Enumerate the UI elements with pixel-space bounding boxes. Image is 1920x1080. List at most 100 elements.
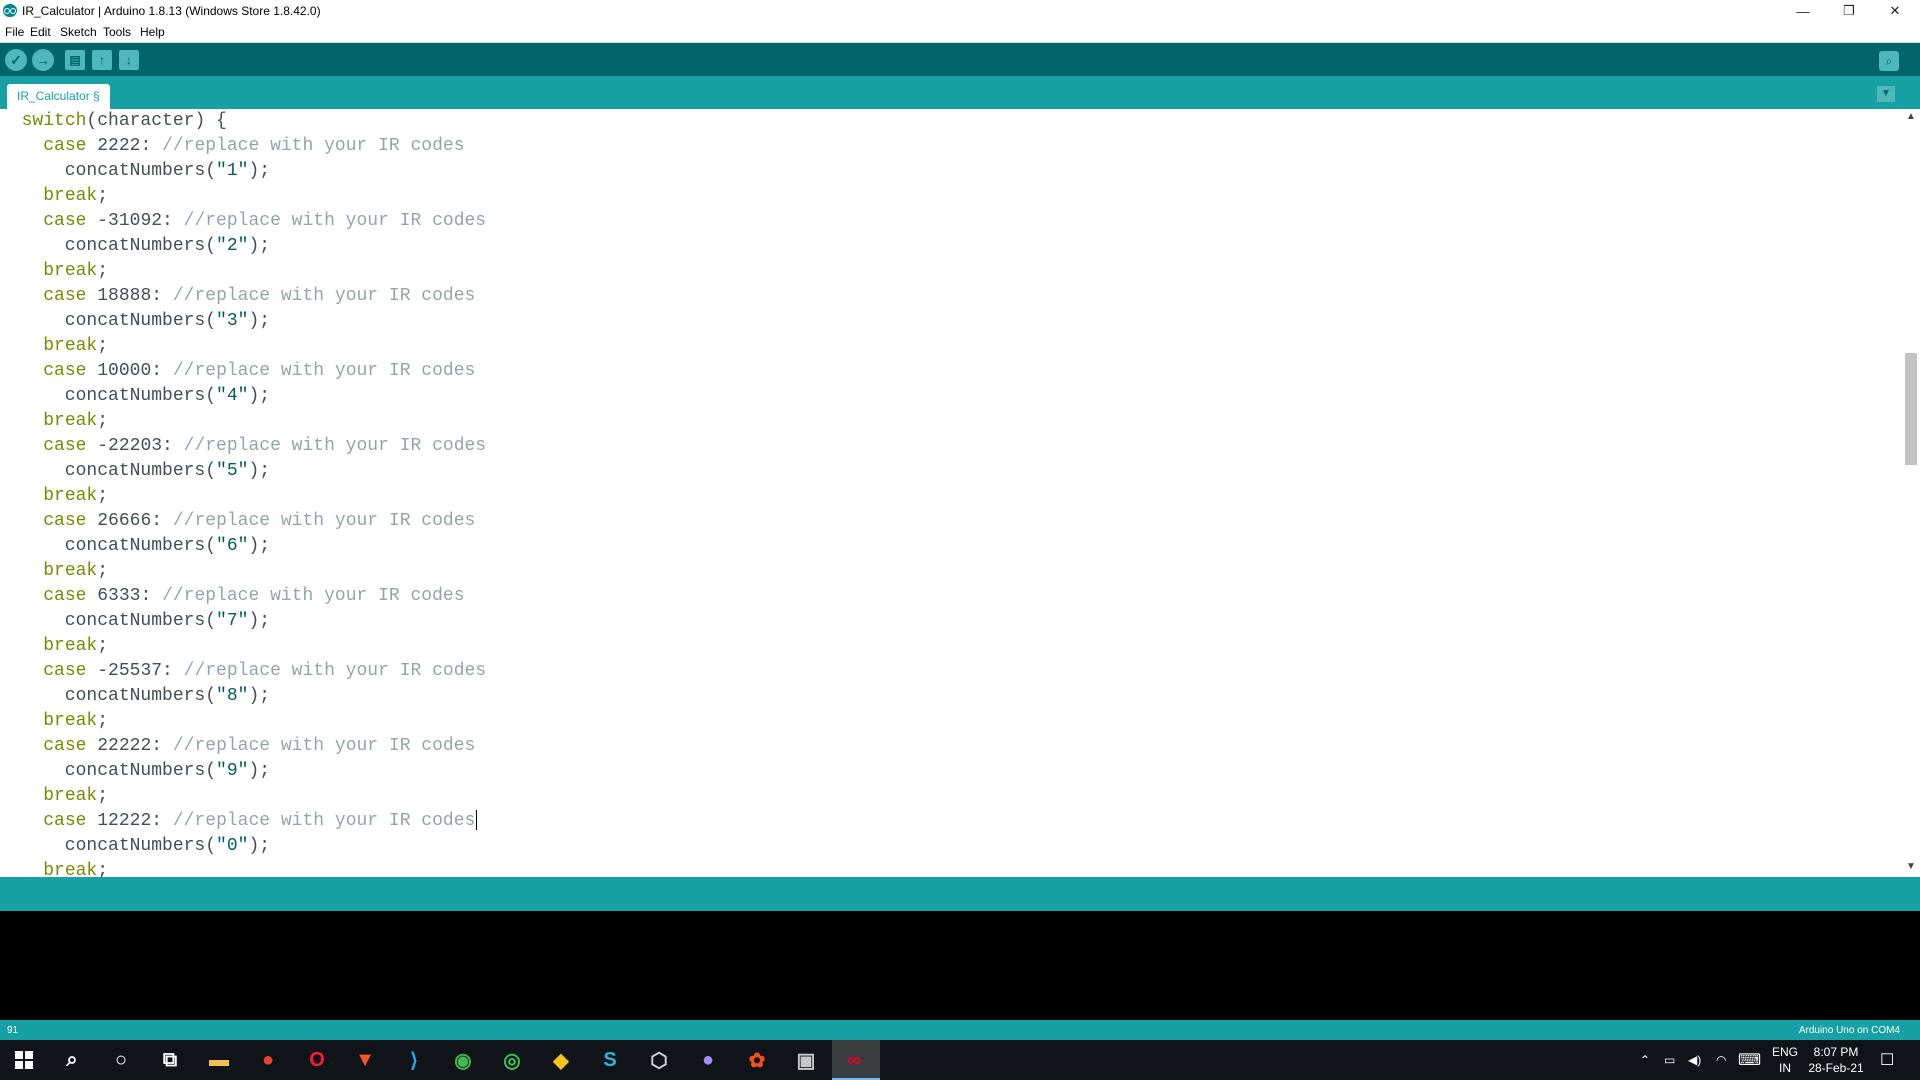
code-line[interactable]: concatNumbers("0"); <box>0 834 270 859</box>
code-token: case <box>43 511 87 531</box>
box-app-icon[interactable]: ⬡ <box>647 1048 671 1072</box>
minimize-button[interactable]: — <box>1780 0 1826 22</box>
code-line[interactable]: break; <box>0 859 108 877</box>
window-app-icon[interactable]: ▣ <box>794 1048 818 1072</box>
code-token: ; <box>97 186 109 206</box>
code-line[interactable]: break; <box>0 184 108 209</box>
maps-app-icon[interactable]: ◎ <box>500 1048 524 1072</box>
code-line[interactable]: break; <box>0 409 108 434</box>
scrollbar-thumb[interactable] <box>1905 353 1917 465</box>
code-line[interactable]: break; <box>0 259 108 284</box>
file-explorer-icon[interactable]: ▬ <box>207 1048 231 1072</box>
code-line[interactable]: switch(character) { <box>0 109 227 134</box>
start-button[interactable] <box>12 1048 36 1072</box>
code-line[interactable]: break; <box>0 634 108 659</box>
code-token: case <box>43 811 87 831</box>
color-app-icon[interactable]: ● <box>696 1048 720 1072</box>
code-editor[interactable]: switch(character) { case 2222: //replace… <box>0 109 1902 877</box>
code-token: break <box>43 336 98 356</box>
figma-icon[interactable]: ✿ <box>745 1048 769 1072</box>
cortana-icon[interactable]: ○ <box>109 1048 133 1072</box>
code-token: case <box>43 661 87 681</box>
code-line[interactable]: concatNumbers("2"); <box>0 234 270 259</box>
volume-icon[interactable]: ◀) <box>1688 1040 1701 1080</box>
clock[interactable]: 8:07 PM 28-Feb-21 <box>1806 1044 1866 1076</box>
scroll-down-icon[interactable]: ▼ <box>1906 861 1916 872</box>
battery-icon[interactable]: ▭ <box>1664 1040 1675 1080</box>
message-area <box>0 877 1920 911</box>
upload-button[interactable]: → <box>32 49 54 71</box>
code-token: ); <box>248 536 271 556</box>
menu-help[interactable]: Help <box>140 25 165 39</box>
code-token: concatNumbers( <box>0 461 217 481</box>
vscode-icon[interactable]: ⟩ <box>402 1048 426 1072</box>
verify-button[interactable]: ✓ <box>5 49 27 71</box>
code-line[interactable]: concatNumbers("1"); <box>0 159 270 184</box>
new-button[interactable]: ▤ <box>65 50 85 70</box>
code-token: ; <box>97 336 109 356</box>
code-token: case <box>43 436 87 456</box>
code-line[interactable]: case 6333: //replace with your IR codes <box>0 584 464 609</box>
search-icon[interactable]: ⌕ <box>60 1048 84 1072</box>
serial-monitor-button[interactable]: ⌕ <box>1879 51 1899 71</box>
show-hidden-icons-button[interactable]: ⌃ <box>1640 1040 1650 1080</box>
code-line[interactable]: break; <box>0 784 108 809</box>
opera-icon[interactable]: O <box>305 1048 329 1072</box>
tab-ir-calculator[interactable]: IR_Calculator § <box>7 84 110 109</box>
slack-app-icon[interactable]: S <box>598 1048 622 1072</box>
language-indicator[interactable]: ENG IN <box>1770 1044 1800 1076</box>
notification-icon[interactable]: ☐ <box>1880 1040 1894 1080</box>
code-line[interactable]: concatNumbers("6"); <box>0 534 270 559</box>
code-token: ; <box>97 636 109 656</box>
console-output[interactable] <box>0 911 1920 1020</box>
code-line[interactable]: concatNumbers("7"); <box>0 609 270 634</box>
window-title: IR_Calculator | Arduino 1.8.13 (Windows … <box>22 4 321 18</box>
code-line[interactable]: case -22203: //replace with your IR code… <box>0 434 486 459</box>
arduino-taskbar-icon[interactable]: ∞ <box>842 1048 866 1072</box>
code-line[interactable]: case 22222: //replace with your IR codes <box>0 734 475 759</box>
globe-app-icon[interactable]: ◉ <box>451 1048 475 1072</box>
code-line[interactable]: case 18888: //replace with your IR codes <box>0 284 475 309</box>
code-line[interactable]: break; <box>0 709 108 734</box>
code-token: -25537: <box>86 661 184 681</box>
code-line[interactable]: concatNumbers("8"); <box>0 684 270 709</box>
brave-icon[interactable]: ▼ <box>353 1048 377 1072</box>
code-line[interactable]: case 2222: //replace with your IR codes <box>0 134 464 159</box>
menu-tools[interactable]: Tools <box>103 25 131 39</box>
code-line[interactable]: break; <box>0 559 108 584</box>
code-token: break <box>43 786 98 806</box>
task-view-icon[interactable]: ⧉ <box>158 1048 182 1072</box>
code-line[interactable]: case -25537: //replace with your IR code… <box>0 659 486 684</box>
menu-sketch[interactable]: Sketch <box>60 25 97 39</box>
git-icon[interactable]: ◆ <box>549 1048 573 1072</box>
wifi-icon[interactable]: ◠ <box>1716 1040 1726 1080</box>
code-line[interactable]: concatNumbers("3"); <box>0 309 270 334</box>
code-line[interactable]: case 26666: //replace with your IR codes <box>0 509 475 534</box>
scroll-up-icon[interactable]: ▲ <box>1906 111 1916 122</box>
keyboard-icon[interactable]: ⌨ <box>1738 1040 1761 1080</box>
code-line[interactable]: case 10000: //replace with your IR codes <box>0 359 475 384</box>
open-button[interactable]: ↑ <box>92 50 112 70</box>
code-line[interactable]: case 12222: //replace with your IR codes <box>0 809 478 834</box>
code-line[interactable]: break; <box>0 334 108 359</box>
code-token: concatNumbers( <box>0 761 217 781</box>
code-line[interactable]: break; <box>0 484 108 509</box>
chrome-icon[interactable]: ● <box>256 1048 280 1072</box>
taskbar: ⌕ ○ ⧉ ▬ ● O ▼ ⟩ ◉ ◎ ◆ S ⬡ ● ✿ ▣ ∞ ⌃ ▭ ◀) ◠ ⌨ ENG IN 8:07… <box>0 1040 1920 1080</box>
restore-button[interactable]: ❐ <box>1826 0 1872 22</box>
code-line[interactable]: case -31092: //replace with your IR code… <box>0 209 486 234</box>
tab-menu-button[interactable]: ▼ <box>1877 86 1895 102</box>
code-token: 2222: <box>86 136 163 156</box>
code-line[interactable]: concatNumbers("5"); <box>0 459 270 484</box>
code-line[interactable]: concatNumbers("4"); <box>0 384 270 409</box>
menu-edit[interactable]: Edit <box>30 25 51 39</box>
menu-file[interactable]: File <box>5 25 24 39</box>
editor-scrollbar[interactable]: ▲ ▼ <box>1902 109 1920 877</box>
code-token: //replace with your IR codes <box>172 736 476 756</box>
code-token: concatNumbers( <box>0 686 217 706</box>
close-button[interactable]: ✕ <box>1872 0 1918 22</box>
code-line[interactable]: concatNumbers("9"); <box>0 759 270 784</box>
save-button[interactable]: ↓ <box>119 50 139 70</box>
